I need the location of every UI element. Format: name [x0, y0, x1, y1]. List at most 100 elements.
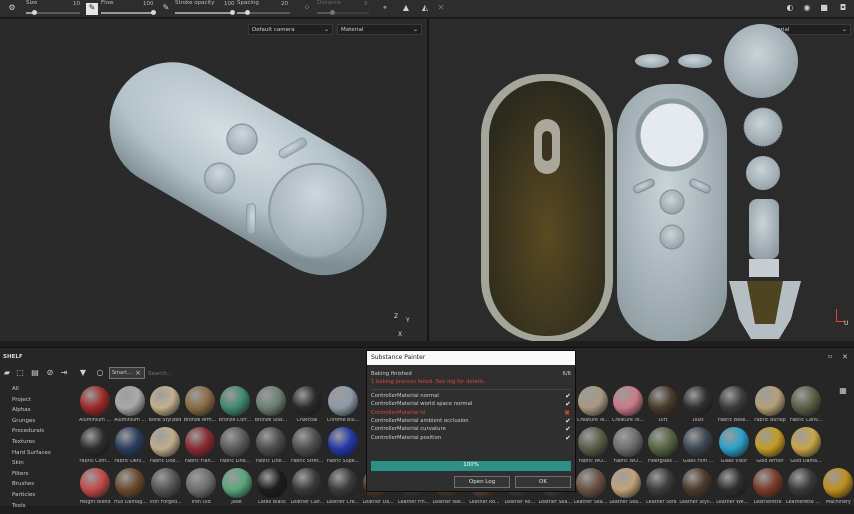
- material-thumbnail[interactable]: Fabric Supe...: [325, 427, 361, 473]
- material-thumbnail[interactable]: Fabric WO...: [575, 427, 611, 473]
- remove-filter-icon[interactable]: ×: [135, 369, 141, 377]
- material-thumbnail[interactable]: Fabric Flan...: [182, 427, 218, 473]
- stroke-opacity-value[interactable]: 100: [224, 1, 235, 7]
- shelf-category-hard-surfaces[interactable]: Hard Surfaces: [12, 450, 51, 456]
- material-thumbnail[interactable]: Leather Styli...: [679, 468, 715, 514]
- 3d-viewport[interactable]: Default camera ⌄ Material ⌄ Z Y X: [0, 19, 427, 341]
- material-label: Latex Black: [258, 500, 286, 505]
- bake-progress-bar: 100%: [371, 461, 571, 471]
- close-icon[interactable]: ✕: [841, 352, 849, 362]
- material-thumbnail[interactable]: Height Blend: [77, 468, 113, 514]
- flow-value[interactable]: 100: [143, 1, 154, 7]
- material-thumbnail[interactable]: Fabric Burlap: [752, 386, 788, 432]
- check-icon: ✔: [565, 392, 571, 400]
- material-thumbnail[interactable]: Creature Te...: [575, 386, 611, 432]
- import-icon[interactable]: ⬚: [15, 368, 25, 378]
- shelf-category-alphas[interactable]: Alphas: [12, 407, 31, 413]
- material-thumbnail[interactable]: Iron Forged...: [148, 468, 184, 514]
- material-thumbnail[interactable]: Fabric Base...: [716, 386, 752, 432]
- material-thumbnail[interactable]: Dust: [680, 386, 716, 432]
- size-slider[interactable]: [26, 10, 80, 15]
- material-thumbnail[interactable]: Leather Sofa: [643, 468, 679, 514]
- size-value[interactable]: 10: [73, 1, 80, 7]
- material-thumbnail[interactable]: Bronze Arm...: [182, 386, 218, 432]
- material-thumbnail[interactable]: Fabric Line...: [217, 427, 253, 473]
- shelf-category-filters[interactable]: Filters: [12, 471, 29, 477]
- material-thumbnail[interactable]: Leatherette ...: [785, 468, 821, 514]
- material-thumbnail[interactable]: Fiberglass ...: [645, 427, 681, 473]
- shelf-category-project[interactable]: Project: [12, 397, 31, 403]
- material-thumbnail[interactable]: Leather Sea...: [608, 468, 644, 514]
- shelf-category-procedurals[interactable]: Procedurals: [12, 428, 44, 434]
- material-thumbnail[interactable]: Glass Film ...: [680, 427, 716, 473]
- camera-icon[interactable]: ■: [819, 3, 829, 13]
- distance-value[interactable]: 8: [364, 1, 368, 7]
- open-log-button[interactable]: Open Log: [454, 476, 510, 488]
- stroke-pen-icon[interactable]: ✎: [161, 3, 171, 13]
- material-thumbnail[interactable]: Fabric Stret...: [289, 427, 325, 473]
- material-thumbnail[interactable]: Latex Black: [254, 468, 290, 514]
- material-thumbnail[interactable]: Bronze Corr...: [217, 386, 253, 432]
- clear-symmetry-icon[interactable]: ✕: [436, 3, 446, 13]
- material-thumbnail[interactable]: Bone Stylized: [147, 386, 183, 432]
- material-thumbnail[interactable]: Leather We...: [714, 468, 750, 514]
- material-thumbnail[interactable]: Bronze Stat...: [253, 386, 289, 432]
- spacing-value[interactable]: 20: [281, 1, 288, 7]
- material-thumbnail[interactable]: Fabric Deni...: [112, 427, 148, 473]
- shelf-category-textures[interactable]: Textures: [12, 439, 35, 445]
- material-thumbnail[interactable]: Fabric Line...: [253, 427, 289, 473]
- material-thumbnail[interactable]: Fabric WO...: [610, 427, 646, 473]
- shelf-category-brushes[interactable]: Brushes: [12, 481, 34, 487]
- undock-icon[interactable]: ▫: [826, 352, 834, 362]
- screenshot-icon[interactable]: ◘: [838, 3, 848, 13]
- material-thumbnail[interactable]: Leather Cre...: [325, 468, 361, 514]
- material-thumbnail[interactable]: Leather Calf...: [289, 468, 325, 514]
- material-thumbnail[interactable]: Charcoal: [289, 386, 325, 432]
- grid-view-icon[interactable]: ▦: [838, 386, 848, 396]
- distance-slider[interactable]: [317, 10, 369, 15]
- material-thumbnail[interactable]: Iron Old: [183, 468, 219, 514]
- environment-icon[interactable]: ◉: [802, 3, 812, 13]
- mirror-icon[interactable]: ▲: [400, 3, 412, 13]
- material-thumbnail[interactable]: Leatherette: [750, 468, 786, 514]
- material-thumbnail[interactable]: Aluminium ...: [112, 386, 148, 432]
- shelf-search-input[interactable]: [148, 368, 363, 379]
- filter-icon[interactable]: ▼: [78, 368, 88, 378]
- folder-icon[interactable]: ▰: [2, 368, 12, 378]
- material-thumbnail[interactable]: Chrome Blu...: [325, 386, 361, 432]
- material-thumbnail[interactable]: Fabric Dob...: [147, 427, 183, 473]
- lazy-mouse-icon[interactable]: ⁘: [302, 3, 312, 13]
- flow-slider[interactable]: [101, 10, 156, 15]
- stroke-opacity-slider[interactable]: [175, 10, 235, 15]
- material-thumbnail[interactable]: Machinery: [820, 468, 854, 514]
- material-thumbnail[interactable]: Aluminium ...: [77, 386, 113, 432]
- refresh-icon[interactable]: ○: [95, 368, 105, 378]
- material-thumbnail[interactable]: Creature To...: [610, 386, 646, 432]
- brush-settings-icon[interactable]: ⚙: [6, 3, 18, 13]
- symmetry-icon[interactable]: ⚬: [380, 3, 390, 13]
- filter-tag[interactable]: Smart... ×: [109, 367, 145, 379]
- shelf-category-all[interactable]: All: [12, 386, 19, 392]
- mask-icon[interactable]: ◭: [419, 3, 431, 13]
- display-settings-icon[interactable]: ◐: [785, 3, 795, 13]
- material-thumbnail[interactable]: Jade: [219, 468, 255, 514]
- pen-pressure-icon[interactable]: ✎: [86, 3, 98, 15]
- material-thumbnail[interactable]: Gold Dama...: [788, 427, 824, 473]
- ok-button[interactable]: OK: [515, 476, 571, 488]
- material-thumbnail[interactable]: Dirt: [645, 386, 681, 432]
- material-thumbnail[interactable]: Gold Armor: [752, 427, 788, 473]
- hide-icon[interactable]: ⊘: [45, 368, 55, 378]
- 2d-viewport[interactable]: Material⌄ U: [429, 19, 854, 341]
- material-thumbnail[interactable]: Glass Visor: [716, 427, 752, 473]
- save-icon[interactable]: ▤: [30, 368, 40, 378]
- material-thumbnail[interactable]: Leather Sea...: [573, 468, 609, 514]
- spacing-slider[interactable]: [237, 10, 290, 15]
- material-thumbnail[interactable]: Fabric Com...: [77, 427, 113, 473]
- shelf-category-particles[interactable]: Particles: [12, 492, 35, 498]
- shelf-category-skin[interactable]: Skin: [12, 460, 24, 466]
- material-thumbnail[interactable]: Hull Damag...: [112, 468, 148, 514]
- export-icon[interactable]: ⇥: [59, 368, 69, 378]
- material-preview-sphere: [328, 427, 358, 457]
- material-thumbnail[interactable]: Fabric Canv...: [788, 386, 824, 432]
- shelf-category-grunges[interactable]: Grunges: [12, 418, 35, 424]
